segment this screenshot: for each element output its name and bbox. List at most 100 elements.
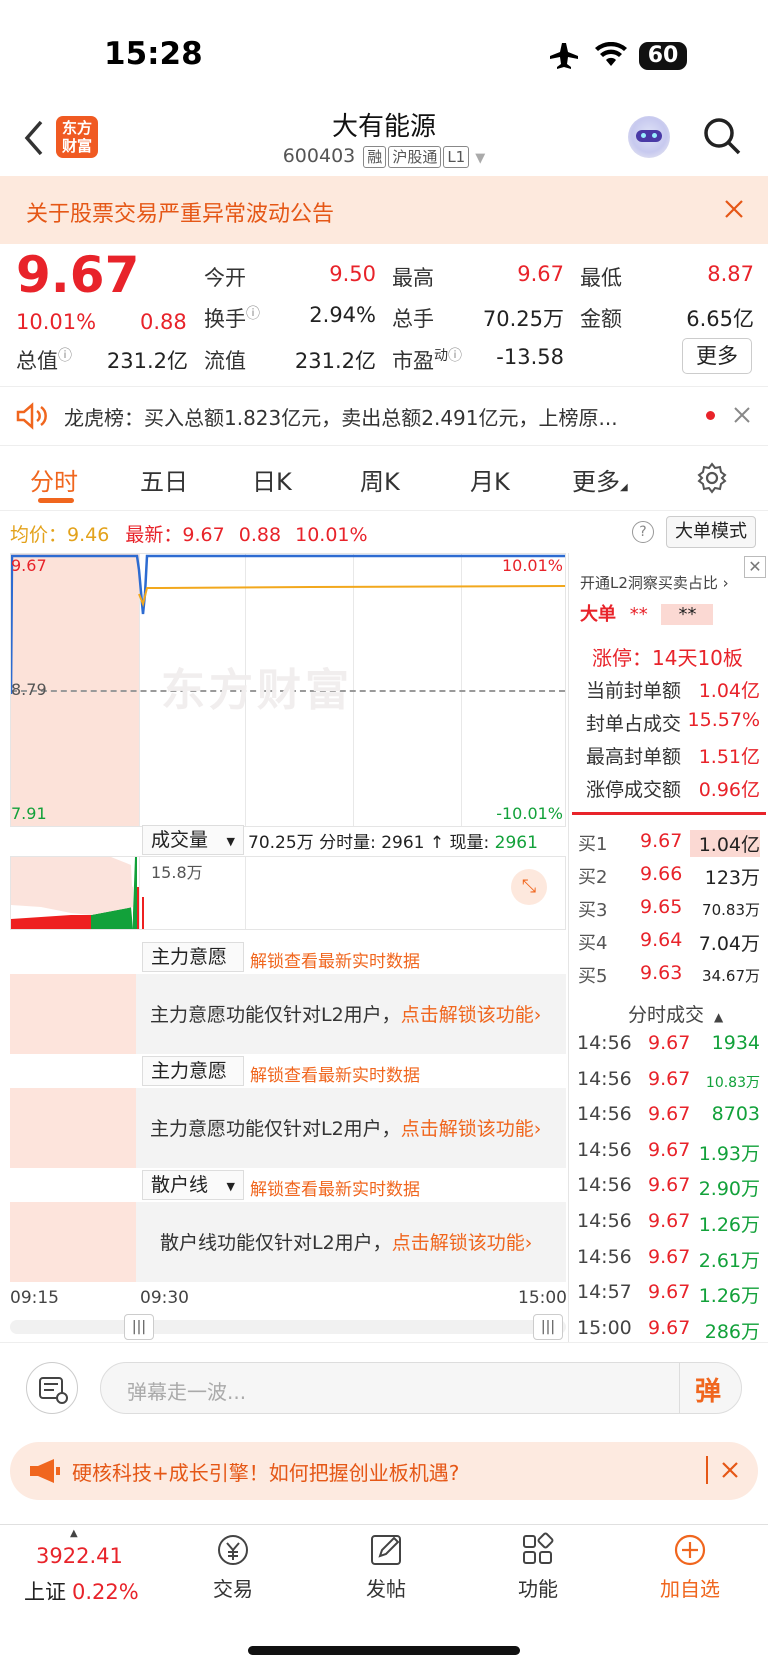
locked-panel-3: 散户线功能仅针对L2用户，点击解锁该功能›	[10, 1202, 566, 1282]
status-time: 15:28	[104, 36, 203, 72]
bid-volume: 34.67万	[702, 967, 760, 985]
volume-chart[interactable]: 15.8万 ⤡	[10, 856, 566, 930]
volume-axis-label: 15.8万	[151, 863, 203, 882]
tab-monthly-k[interactable]: 月K	[470, 462, 510, 497]
info-icon[interactable]: ⓘ	[448, 348, 462, 364]
stat-label: 封单占成交	[586, 713, 682, 735]
info-icon[interactable]: ⓘ	[246, 306, 260, 322]
info-icon[interactable]: ⓘ	[58, 348, 72, 364]
tick-volume: 2.90万	[698, 1178, 760, 1201]
tab-intraday[interactable]: 分时	[30, 462, 78, 497]
stat-label: 当前封单额	[586, 680, 682, 702]
tick-price: 9.67	[648, 1067, 691, 1090]
ticks-title[interactable]: 分时成交 ▲	[628, 1000, 723, 1027]
help-icon[interactable]: ?	[632, 521, 654, 543]
tick-time: 15:00	[577, 1316, 632, 1339]
index-row[interactable]: 上证 0.22%	[24, 1576, 139, 1606]
pe-value: -13.58	[496, 345, 564, 369]
tick-time: 14:56	[577, 1174, 632, 1197]
home-indicator	[248, 1646, 520, 1655]
close-icon[interactable]: ✕	[744, 556, 766, 578]
close-icon[interactable]	[724, 199, 744, 219]
bid-price: 9.64	[640, 929, 683, 951]
tick-volume: 1.26万	[698, 1214, 760, 1236]
change-value: 0.88	[140, 310, 187, 334]
high-label: 最高	[392, 266, 434, 290]
volume-dropdown[interactable]: 成交量 ▼	[142, 825, 244, 855]
speaker-icon	[16, 402, 47, 430]
big-order-mode-button[interactable]: 大单模式	[666, 516, 756, 548]
stat-value: 15.57%	[687, 709, 760, 731]
close-icon[interactable]	[734, 407, 750, 423]
unlock-hint[interactable]: 解锁查看最新实时数据	[250, 947, 420, 972]
add-circle-icon	[674, 1534, 706, 1566]
index-value[interactable]: 3922.41	[36, 1544, 123, 1568]
bid-price: 9.65	[640, 896, 683, 918]
dragon-tiger-bar[interactable]: 龙虎榜：买入总额1.823亿元，卖出总额2.491亿元，上榜原...	[0, 387, 768, 445]
nav-functions[interactable]: 功能	[488, 1532, 588, 1602]
price-line	[11, 554, 565, 695]
danmaku-input[interactable]: 弹幕走一波... 弹	[100, 1362, 742, 1414]
dragon-tiger-text: 龙虎榜：买入总额1.823亿元，卖出总额2.491亿元，上榜原...	[64, 406, 618, 430]
price-chart[interactable]: 东方财富 9.67 8.79 7.91 10.01% -10.01%	[10, 553, 566, 827]
nav-trade[interactable]: 交易	[183, 1532, 283, 1602]
ad-text: 硬核科技+成长引擎！如何把握创业板机遇?	[72, 1461, 460, 1485]
stat-value: 1.04亿	[698, 680, 760, 702]
nav-post[interactable]: 发帖	[336, 1532, 436, 1602]
search-icon[interactable]	[702, 116, 742, 156]
bid-level-label: 买3	[578, 900, 608, 921]
indicator-dropdown-2[interactable]: 主力意愿▼	[142, 1056, 244, 1103]
unlock-hint[interactable]: 解锁查看最新实时数据	[250, 1175, 420, 1200]
axis-label-mid: 8.79	[11, 680, 47, 699]
bid-volume: 1.04亿	[690, 830, 760, 857]
unlock-link[interactable]: 点击解锁该功能›	[392, 1232, 533, 1254]
indicator-dropdown-1[interactable]: 主力意愿▼	[142, 942, 244, 989]
close-icon[interactable]	[722, 1462, 738, 1478]
tab-more[interactable]: 更多◢	[572, 462, 628, 497]
nav-add-watchlist[interactable]: 加自选	[640, 1532, 740, 1602]
l2-upgrade-link[interactable]: 开通L2洞察买卖占比 ›	[580, 572, 729, 593]
tick-time: 14:56	[577, 1032, 632, 1054]
range-handle-right[interactable]: |||	[533, 1314, 563, 1340]
dropdown-caret-icon[interactable]: ▼	[475, 151, 485, 166]
send-danmaku-button[interactable]: 弹	[695, 1371, 721, 1408]
indicator-dropdown-3[interactable]: 散户线 ▼	[142, 1170, 244, 1200]
volume-value: 70.25万	[482, 307, 564, 331]
open-label: 今开	[204, 266, 246, 290]
time-end: 15:00	[518, 1288, 567, 1308]
range-handle-left[interactable]: |||	[124, 1314, 154, 1340]
tick-time: 14:56	[577, 1245, 632, 1268]
divider	[0, 510, 768, 511]
bid-level-label: 买1	[578, 834, 608, 855]
tag-level: L1	[443, 146, 470, 168]
unlock-hint[interactable]: 解锁查看最新实时数据	[250, 1061, 420, 1086]
divider	[0, 445, 768, 446]
range-scrollbar[interactable]	[10, 1320, 566, 1334]
stat-label: 涨停成交额	[586, 779, 682, 801]
tick-time: 14:56	[577, 1103, 632, 1126]
tick-price: 9.67	[648, 1138, 691, 1161]
tick-time: 14:56	[577, 1138, 632, 1161]
avg-price-line	[138, 585, 565, 608]
amount-value: 6.65亿	[686, 307, 754, 331]
settings-gear-icon[interactable]	[696, 462, 728, 494]
tab-daily-k[interactable]: 日K	[252, 462, 292, 497]
divider	[0, 1342, 768, 1343]
tab-five-day[interactable]: 五日	[140, 462, 188, 497]
volume-info: 70.25万 分时量: 2961 ↑ 现量: 2961	[248, 833, 538, 853]
ad-banner[interactable]: 硬核科技+成长引擎！如何把握创业板机遇?	[10, 1442, 758, 1500]
more-button[interactable]: 更多	[682, 338, 752, 374]
tick-volume: 8703	[711, 1103, 760, 1126]
unlock-link[interactable]: 点击解锁该功能›	[401, 1118, 542, 1140]
tick-price: 9.67	[648, 1210, 691, 1232]
last-price: 9.67	[16, 246, 140, 304]
unlock-link[interactable]: 点击解锁该功能›	[401, 1004, 542, 1026]
notice-banner[interactable]: 关于股票交易严重异常波动公告	[0, 176, 768, 244]
tick-volume: 10.83万	[705, 1074, 760, 1091]
robot-assistant-icon[interactable]	[628, 116, 670, 158]
tab-weekly-k[interactable]: 周K	[360, 462, 400, 497]
mcap-value: 231.2亿	[106, 349, 188, 373]
bid-price: 9.67	[640, 830, 683, 852]
danmaku-settings-icon[interactable]	[26, 1362, 78, 1414]
expand-icon[interactable]: ⤡	[511, 869, 547, 905]
